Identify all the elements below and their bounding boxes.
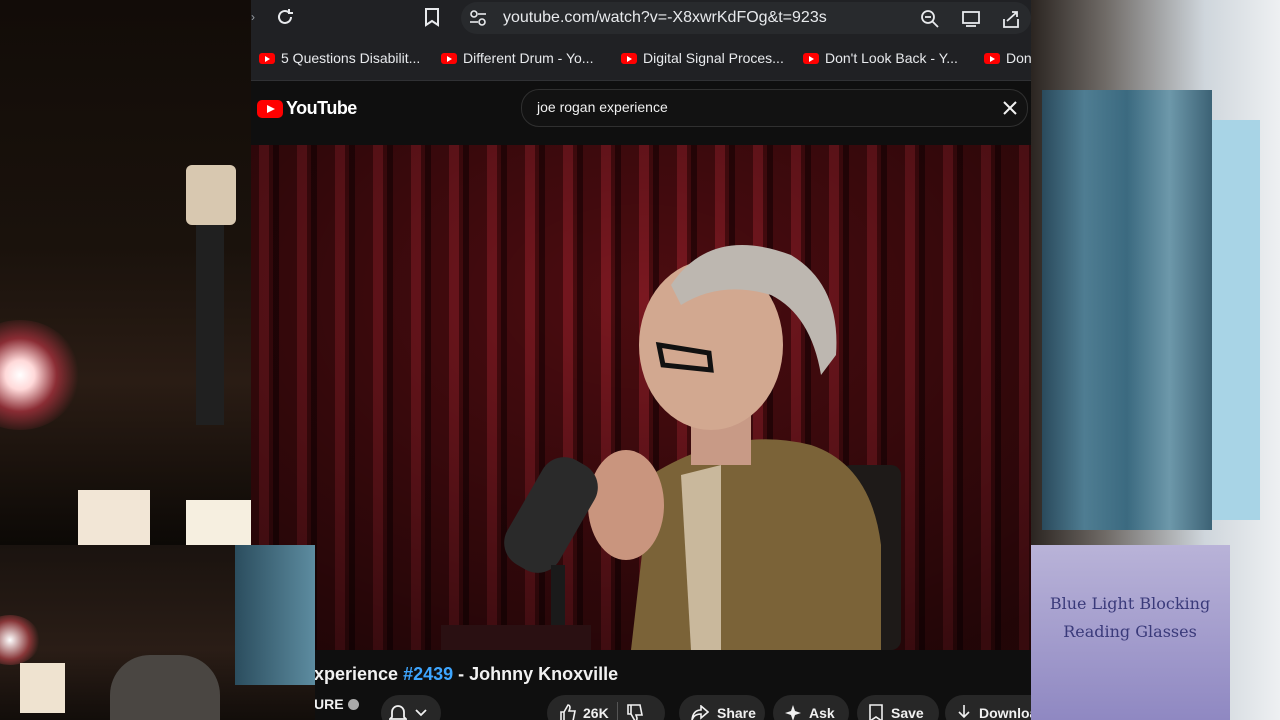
chevron-down-icon <box>415 709 427 717</box>
youtube-logo-text: YouTube <box>286 98 357 118</box>
bookmark-label: Don <box>1006 50 1031 66</box>
webcam-right-feed: Blue Light Blocking Reading Glasses <box>1030 0 1280 720</box>
search-query[interactable]: joe rogan experience <box>537 99 668 115</box>
ask-label: Ask <box>809 705 835 720</box>
share-button[interactable]: Share <box>679 695 765 720</box>
sparkle-icon <box>785 705 801 720</box>
video-title-prefix: xperience <box>314 664 399 684</box>
lamp-shade-right <box>186 500 251 545</box>
bookmark-label: Digital Signal Proces... <box>643 50 784 66</box>
like-divider <box>616 702 618 720</box>
person-silhouette <box>110 655 220 720</box>
zoom-icon[interactable] <box>920 9 940 29</box>
thumbs-down-icon <box>626 704 643 720</box>
like-button[interactable]: 26K <box>559 704 609 720</box>
clear-search-icon[interactable] <box>1002 100 1018 116</box>
webcam-small-feed <box>0 545 315 720</box>
like-count: 26K <box>583 705 609 720</box>
video-meta-area: xperience #2439 - Johnny Knoxville URE 2… <box>251 650 1031 720</box>
download-label: Download <box>979 705 1031 720</box>
glasses-box-line1: Blue Light Blocking <box>1049 594 1211 613</box>
download-button[interactable]: Download <box>945 695 1031 720</box>
youtube-header: YouTube joe rogan experience <box>251 81 1031 145</box>
share-page-icon[interactable] <box>1001 9 1021 29</box>
youtube-favicon-icon <box>441 52 457 64</box>
thumbs-up-icon <box>559 704 577 720</box>
share-label: Share <box>717 705 756 720</box>
video-title: xperience #2439 - Johnny Knoxville <box>314 664 618 685</box>
bookmark-item[interactable]: Different Drum - Yo... <box>441 48 601 68</box>
download-icon <box>957 704 971 720</box>
bookmark-item[interactable]: Don't Look Back - Y... <box>803 48 963 68</box>
bookmark-label: Different Drum - Yo... <box>463 50 594 66</box>
video-title-hashtag[interactable]: #2439 <box>403 664 453 684</box>
lamp-glow <box>0 320 80 430</box>
glasses-box-text: Blue Light Blocking Reading Glasses <box>1030 590 1230 646</box>
youtube-favicon-icon <box>803 52 819 64</box>
ask-button[interactable]: Ask <box>773 695 849 720</box>
browser-window: › youtube.com/watch?v=-X8xwrKdFOg&t=923s… <box>251 0 1031 720</box>
search-input[interactable]: joe rogan experience <box>521 89 1028 127</box>
bookmark-icon[interactable] <box>423 7 441 27</box>
bookmark-item[interactable]: 5 Questions Disabilit... <box>259 48 427 68</box>
verified-badge-icon <box>347 698 359 710</box>
small-lamp-shade <box>20 663 65 713</box>
bottle-cork <box>186 165 236 225</box>
youtube-play-logo-icon <box>257 99 283 118</box>
bell-icon <box>389 703 407 720</box>
small-lamp-glow <box>0 615 40 665</box>
video-frame <box>251 145 1031 650</box>
youtube-favicon-icon <box>984 52 1000 64</box>
channel-name-text[interactable]: URE <box>314 696 344 712</box>
small-curtain <box>235 545 315 685</box>
save-button[interactable]: Save <box>857 695 939 720</box>
video-title-suffix: - Johnny Knoxville <box>458 664 619 684</box>
browser-toolbar: › youtube.com/watch?v=-X8xwrKdFOg&t=923s <box>251 0 1031 36</box>
youtube-favicon-icon <box>259 52 275 64</box>
bookmark-item[interactable]: Don <box>984 48 1031 68</box>
back-chevron-icon[interactable]: › <box>251 10 255 24</box>
bookmark-label: Don't Look Back - Y... <box>825 50 958 66</box>
bookmark-item[interactable]: Digital Signal Proces... <box>621 48 785 68</box>
save-bookmark-icon <box>869 704 883 720</box>
bookmarks-bar: 5 Questions Disabilit... Different Drum … <box>251 36 1031 81</box>
youtube-logo[interactable]: YouTube <box>257 98 357 119</box>
youtube-favicon-icon <box>621 52 637 64</box>
bottle-neck <box>196 225 224 425</box>
cast-icon[interactable] <box>961 10 981 28</box>
address-bar[interactable]: youtube.com/watch?v=-X8xwrKdFOg&t=923s <box>461 2 1031 34</box>
dislike-button[interactable] <box>626 704 644 720</box>
notifications-bell-button[interactable] <box>381 695 441 720</box>
share-arrow-icon <box>691 705 709 720</box>
bookmark-label: 5 Questions Disabilit... <box>281 50 421 66</box>
curtain <box>1042 90 1212 530</box>
webcam-left-feed <box>0 0 251 545</box>
channel-name[interactable]: URE <box>314 696 359 712</box>
video-player[interactable] <box>251 145 1031 650</box>
reload-icon[interactable] <box>274 6 296 28</box>
glasses-box-line2: Reading Glasses <box>1063 622 1197 641</box>
site-settings-icon[interactable] <box>469 10 487 26</box>
url-text[interactable]: youtube.com/watch?v=-X8xwrKdFOg&t=923s <box>503 9 827 27</box>
save-label: Save <box>891 705 924 720</box>
lamp-shade-left <box>78 490 150 545</box>
like-dislike-group: 26K <box>547 695 665 720</box>
